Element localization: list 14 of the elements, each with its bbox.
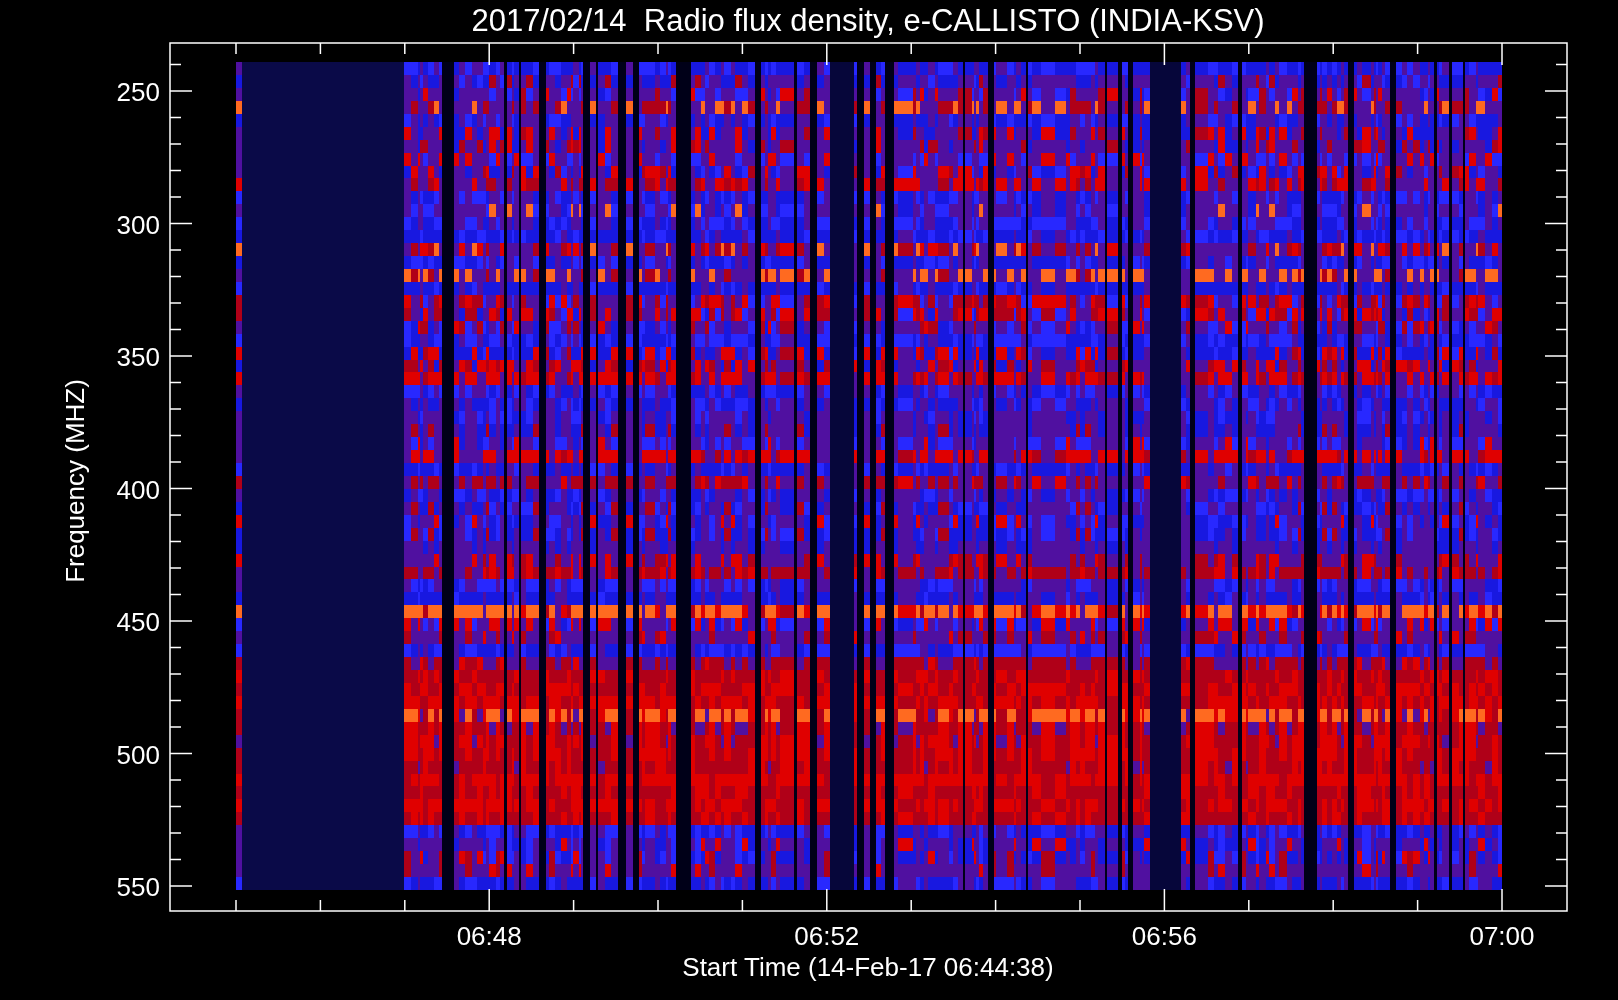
x-tick-label: 07:00 <box>1469 921 1535 951</box>
y-tick-label: 400 <box>116 474 160 505</box>
x-tick-label: 06:56 <box>1131 921 1197 951</box>
x-tick-label: 06:52 <box>794 921 860 951</box>
chart-title: 2017/02/14 Radio flux density, e-CALLISTO (INDIA-KSV) <box>471 3 1265 38</box>
x-axis-title: Start Time (14-Feb-17 06:44:38) <box>682 952 1054 982</box>
x-tick-label: 06:48 <box>456 921 522 951</box>
y-tick-label: 450 <box>116 607 160 637</box>
y-tick-label: 300 <box>116 209 160 240</box>
y-axis-title: Frequency (MHZ) <box>60 379 90 583</box>
y-tick-label: 250 <box>116 77 160 107</box>
y-tick-label: 550 <box>116 872 160 902</box>
y-tick-label: 350 <box>116 342 160 372</box>
y-tick-label: 500 <box>116 739 160 770</box>
